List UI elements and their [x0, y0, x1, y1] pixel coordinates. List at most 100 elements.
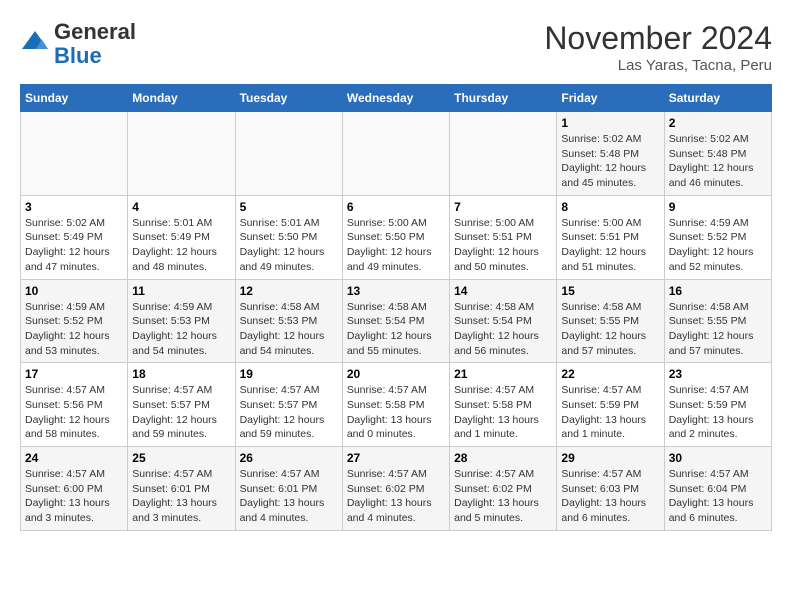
day-number: 10	[25, 284, 123, 298]
weekday-header: Wednesday	[342, 85, 449, 112]
day-number: 12	[240, 284, 338, 298]
weekday-header: Saturday	[664, 85, 771, 112]
calendar-cell: 21 Sunrise: 4:57 AM Sunset: 5:58 PM Dayli…	[450, 363, 557, 447]
day-info: Sunrise: 4:59 AM Sunset: 5:53 PM Dayligh…	[132, 300, 230, 359]
day-info: Sunrise: 5:00 AM Sunset: 5:51 PM Dayligh…	[454, 216, 552, 275]
day-number: 3	[25, 200, 123, 214]
calendar-cell: 17Sunrise: 4:57 AM Sunset: 5:56 PM Dayli…	[21, 363, 128, 447]
calendar-cell: 19 Sunrise: 4:57 AM Sunset: 5:57 PM Dayli…	[235, 363, 342, 447]
day-number: 27	[347, 451, 445, 465]
day-info: Sunrise: 5:01 AM Sunset: 5:50 PM Dayligh…	[240, 216, 338, 275]
calendar-week-row: 24 Sunrise: 4:57 AM Sunset: 6:00 PM Dayli…	[21, 447, 772, 531]
day-number: 25	[132, 451, 230, 465]
calendar-week-row: 3Sunrise: 5:02 AM Sunset: 5:49 PM Daylig…	[21, 195, 772, 279]
calendar-cell: 18 Sunrise: 4:57 AM Sunset: 5:57 PM Dayli…	[128, 363, 235, 447]
day-info: Sunrise: 4:58 AM Sunset: 5:55 PM Dayligh…	[669, 300, 767, 359]
title-area: November 2024 Las Yaras, Tacna, Peru	[544, 20, 772, 74]
weekday-header: Monday	[128, 85, 235, 112]
location-subtitle: Las Yaras, Tacna, Peru	[544, 57, 772, 74]
day-info: Sunrise: 4:58 AM Sunset: 5:54 PM Dayligh…	[347, 300, 445, 359]
weekday-header: Friday	[557, 85, 664, 112]
day-info: Sunrise: 5:00 AM Sunset: 5:50 PM Dayligh…	[347, 216, 445, 275]
day-number: 28	[454, 451, 552, 465]
calendar-cell: 12 Sunrise: 4:58 AM Sunset: 5:53 PM Dayli…	[235, 279, 342, 363]
calendar-cell: 26 Sunrise: 4:57 AM Sunset: 6:01 PM Dayli…	[235, 447, 342, 531]
logo-general: General	[54, 19, 136, 44]
day-info: Sunrise: 4:58 AM Sunset: 5:54 PM Dayligh…	[454, 300, 552, 359]
calendar-cell: 27 Sunrise: 4:57 AM Sunset: 6:02 PM Dayli…	[342, 447, 449, 531]
month-title: November 2024	[544, 20, 772, 57]
day-number: 4	[132, 200, 230, 214]
calendar-cell: 13 Sunrise: 4:58 AM Sunset: 5:54 PM Dayli…	[342, 279, 449, 363]
day-number: 2	[669, 116, 767, 130]
day-info: Sunrise: 5:01 AM Sunset: 5:49 PM Dayligh…	[132, 216, 230, 275]
day-number: 13	[347, 284, 445, 298]
day-info: Sunrise: 4:57 AM Sunset: 6:02 PM Dayligh…	[454, 467, 552, 526]
day-number: 15	[561, 284, 659, 298]
calendar-cell: 28 Sunrise: 4:57 AM Sunset: 6:02 PM Dayli…	[450, 447, 557, 531]
day-number: 9	[669, 200, 767, 214]
day-info: Sunrise: 4:59 AM Sunset: 5:52 PM Dayligh…	[25, 300, 123, 359]
day-info: Sunrise: 4:57 AM Sunset: 6:02 PM Dayligh…	[347, 467, 445, 526]
day-info: Sunrise: 4:57 AM Sunset: 6:00 PM Dayligh…	[25, 467, 123, 526]
calendar-week-row: 10 Sunrise: 4:59 AM Sunset: 5:52 PM Dayli…	[21, 279, 772, 363]
day-info: Sunrise: 4:57 AM Sunset: 5:58 PM Dayligh…	[454, 383, 552, 442]
calendar-week-row: 17Sunrise: 4:57 AM Sunset: 5:56 PM Dayli…	[21, 363, 772, 447]
day-info: Sunrise: 4:57 AM Sunset: 5:59 PM Dayligh…	[669, 383, 767, 442]
calendar-cell: 2Sunrise: 5:02 AM Sunset: 5:48 PM Daylig…	[664, 112, 771, 196]
day-info: Sunrise: 4:57 AM Sunset: 6:01 PM Dayligh…	[240, 467, 338, 526]
day-number: 24	[25, 451, 123, 465]
calendar-cell: 4 Sunrise: 5:01 AM Sunset: 5:49 PM Daylig…	[128, 195, 235, 279]
day-info: Sunrise: 4:57 AM Sunset: 5:57 PM Dayligh…	[240, 383, 338, 442]
day-number: 21	[454, 367, 552, 381]
logo-blue: Blue	[54, 43, 102, 68]
calendar-cell: 20Sunrise: 4:57 AM Sunset: 5:58 PM Dayli…	[342, 363, 449, 447]
calendar-cell: 29Sunrise: 4:57 AM Sunset: 6:03 PM Dayli…	[557, 447, 664, 531]
day-number: 11	[132, 284, 230, 298]
calendar-cell: 5 Sunrise: 5:01 AM Sunset: 5:50 PM Daylig…	[235, 195, 342, 279]
day-number: 19	[240, 367, 338, 381]
day-number: 14	[454, 284, 552, 298]
day-info: Sunrise: 4:57 AM Sunset: 6:03 PM Dayligh…	[561, 467, 659, 526]
day-number: 30	[669, 451, 767, 465]
calendar-cell: 3Sunrise: 5:02 AM Sunset: 5:49 PM Daylig…	[21, 195, 128, 279]
calendar-cell: 6Sunrise: 5:00 AM Sunset: 5:50 PM Daylig…	[342, 195, 449, 279]
calendar-cell	[342, 112, 449, 196]
day-info: Sunrise: 4:57 AM Sunset: 6:04 PM Dayligh…	[669, 467, 767, 526]
day-number: 1	[561, 116, 659, 130]
logo-icon	[20, 29, 50, 59]
day-info: Sunrise: 4:58 AM Sunset: 5:55 PM Dayligh…	[561, 300, 659, 359]
calendar-cell	[128, 112, 235, 196]
day-number: 8	[561, 200, 659, 214]
day-number: 17	[25, 367, 123, 381]
day-number: 16	[669, 284, 767, 298]
day-info: Sunrise: 5:00 AM Sunset: 5:51 PM Dayligh…	[561, 216, 659, 275]
day-number: 7	[454, 200, 552, 214]
day-info: Sunrise: 4:57 AM Sunset: 5:57 PM Dayligh…	[132, 383, 230, 442]
calendar-cell: 11 Sunrise: 4:59 AM Sunset: 5:53 PM Dayli…	[128, 279, 235, 363]
calendar-cell: 23 Sunrise: 4:57 AM Sunset: 5:59 PM Dayli…	[664, 363, 771, 447]
calendar-week-row: 1 Sunrise: 5:02 AM Sunset: 5:48 PM Daylig…	[21, 112, 772, 196]
calendar-cell: 1 Sunrise: 5:02 AM Sunset: 5:48 PM Daylig…	[557, 112, 664, 196]
calendar-cell: 22 Sunrise: 4:57 AM Sunset: 5:59 PM Dayli…	[557, 363, 664, 447]
day-number: 26	[240, 451, 338, 465]
calendar-table: SundayMondayTuesdayWednesdayThursdayFrid…	[20, 84, 772, 531]
day-number: 22	[561, 367, 659, 381]
day-info: Sunrise: 5:02 AM Sunset: 5:48 PM Dayligh…	[561, 132, 659, 191]
day-number: 5	[240, 200, 338, 214]
day-info: Sunrise: 4:57 AM Sunset: 5:58 PM Dayligh…	[347, 383, 445, 442]
day-number: 18	[132, 367, 230, 381]
calendar-cell: 24 Sunrise: 4:57 AM Sunset: 6:00 PM Dayli…	[21, 447, 128, 531]
calendar-cell	[21, 112, 128, 196]
day-number: 23	[669, 367, 767, 381]
day-info: Sunrise: 4:57 AM Sunset: 5:59 PM Dayligh…	[561, 383, 659, 442]
weekday-header: Tuesday	[235, 85, 342, 112]
day-info: Sunrise: 4:59 AM Sunset: 5:52 PM Dayligh…	[669, 216, 767, 275]
day-info: Sunrise: 4:57 AM Sunset: 6:01 PM Dayligh…	[132, 467, 230, 526]
weekday-header-row: SundayMondayTuesdayWednesdayThursdayFrid…	[21, 85, 772, 112]
calendar-cell: 14 Sunrise: 4:58 AM Sunset: 5:54 PM Dayli…	[450, 279, 557, 363]
calendar-cell: 16 Sunrise: 4:58 AM Sunset: 5:55 PM Dayli…	[664, 279, 771, 363]
day-info: Sunrise: 4:58 AM Sunset: 5:53 PM Dayligh…	[240, 300, 338, 359]
calendar-cell: 8 Sunrise: 5:00 AM Sunset: 5:51 PM Daylig…	[557, 195, 664, 279]
calendar-cell: 30 Sunrise: 4:57 AM Sunset: 6:04 PM Dayli…	[664, 447, 771, 531]
